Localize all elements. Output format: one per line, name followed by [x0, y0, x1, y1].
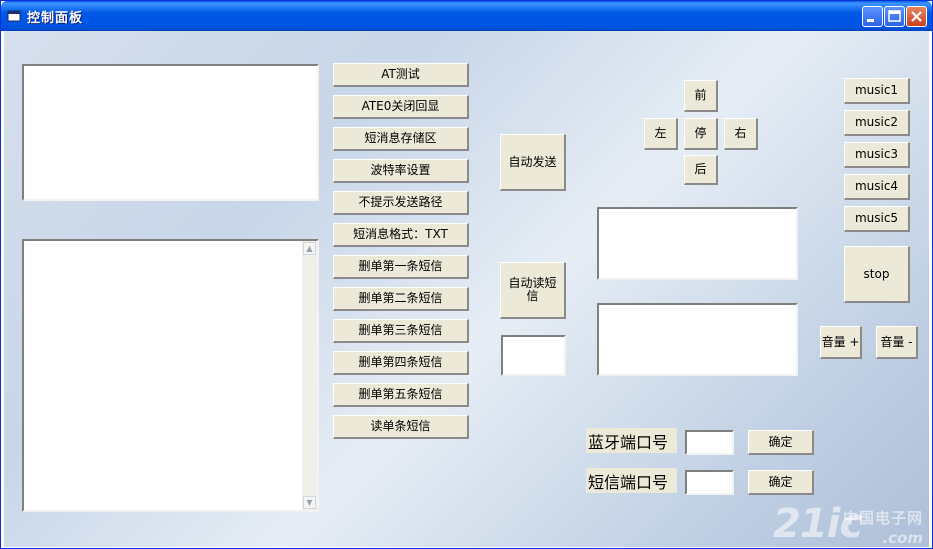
auto-send-button[interactable]: 自动发送 — [500, 134, 566, 191]
main-window: 控制面板 ▲ ▼ AT测试 ATE0关闭回显 短消息存储区 波特率设置 不提示发… — [0, 0, 933, 549]
right-button[interactable]: 右 — [724, 118, 758, 150]
read-single-sms-button[interactable]: 读单条短信 — [333, 415, 469, 439]
delete-sms-3-button[interactable]: 删单第三条短信 — [333, 319, 469, 343]
receive-text-area[interactable]: ▲ ▼ — [22, 239, 319, 512]
music3-button[interactable]: music3 — [844, 142, 910, 168]
left-button[interactable]: 左 — [644, 118, 678, 150]
ate0-echo-off-button[interactable]: ATE0关闭回显 — [333, 95, 469, 119]
scroll-down-icon[interactable]: ▼ — [303, 496, 316, 509]
music5-button[interactable]: music5 — [844, 206, 910, 232]
scroll-up-icon[interactable]: ▲ — [303, 242, 316, 255]
forward-button[interactable]: 前 — [684, 80, 718, 112]
close-icon — [911, 11, 922, 22]
sms-confirm-button[interactable]: 确定 — [748, 470, 814, 495]
baud-rate-button[interactable]: 波特率设置 — [333, 159, 469, 183]
title-bar[interactable]: 控制面板 — [1, 1, 932, 31]
sms-port-input[interactable] — [685, 470, 734, 495]
no-route-prompt-button[interactable]: 不提示发送路径 — [333, 191, 469, 215]
minimize-button[interactable] — [862, 6, 883, 27]
auto-read-button[interactable]: 自动读短信 — [500, 262, 566, 319]
status-text-area-2[interactable] — [597, 303, 798, 376]
bluetooth-confirm-button[interactable]: 确定 — [748, 430, 814, 455]
auto-read-input[interactable] — [501, 335, 566, 376]
music-stop-button[interactable]: stop — [844, 246, 910, 303]
client-area: ▲ ▼ AT测试 ATE0关闭回显 短消息存储区 波特率设置 不提示发送路径 短… — [4, 31, 929, 547]
maximize-button[interactable] — [884, 6, 905, 27]
app-window-icon — [7, 10, 21, 22]
delete-sms-4-button[interactable]: 删单第四条短信 — [333, 351, 469, 375]
sms-format-txt-button[interactable]: 短消息格式：TXT — [333, 223, 469, 247]
delete-sms-5-button[interactable]: 删单第五条短信 — [333, 383, 469, 407]
music2-button[interactable]: music2 — [844, 110, 910, 136]
watermark-domain: .com — [882, 529, 923, 547]
window-title: 控制面板 — [27, 11, 84, 26]
music4-button[interactable]: music4 — [844, 174, 910, 200]
minimize-icon — [867, 19, 874, 22]
sms-storage-button[interactable]: 短消息存储区 — [333, 127, 469, 151]
delete-sms-1-button[interactable]: 删单第一条短信 — [333, 255, 469, 279]
vertical-scrollbar[interactable]: ▲ ▼ — [302, 241, 317, 510]
volume-up-button[interactable]: 音量 + — [820, 326, 862, 359]
bluetooth-port-label: 蓝牙端口号 — [586, 428, 677, 453]
status-text-area-1[interactable] — [597, 207, 798, 280]
back-button[interactable]: 后 — [684, 155, 718, 185]
stop-direction-button[interactable]: 停 — [684, 118, 718, 150]
sms-port-label: 短信端口号 — [586, 468, 677, 493]
send-text-area[interactable] — [22, 64, 319, 201]
close-button[interactable] — [906, 6, 927, 27]
bluetooth-port-input[interactable] — [685, 430, 734, 455]
at-test-button[interactable]: AT测试 — [333, 63, 469, 87]
watermark-logo: 21ic 中国电子网 .com — [773, 501, 923, 547]
volume-down-button[interactable]: 音量 - — [876, 326, 918, 359]
watermark-name: 中国电子网 — [842, 509, 923, 527]
music1-button[interactable]: music1 — [844, 78, 910, 104]
delete-sms-2-button[interactable]: 删单第二条短信 — [333, 287, 469, 311]
maximize-icon — [888, 10, 901, 22]
